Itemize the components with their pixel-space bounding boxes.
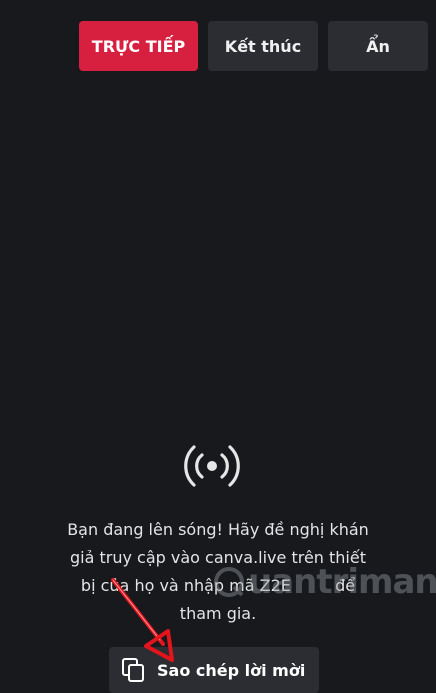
message-line: giả truy cập vào canva.live trên thiết: [70, 548, 366, 567]
message-line: tham gia.: [179, 604, 257, 623]
live-button[interactable]: TRỰC TIẾP: [79, 21, 198, 71]
message-text: để: [335, 576, 356, 595]
broadcast-icon: [184, 445, 240, 487]
end-button[interactable]: Kết thúc: [208, 21, 318, 71]
live-message: Bạn đang lên sóng! Hãy đề nghị khán giả …: [40, 516, 396, 628]
copy-invite-button[interactable]: Sao chép lời mời: [109, 647, 319, 693]
copy-invite-label: Sao chép lời mời: [157, 660, 306, 680]
hide-button[interactable]: Ẩn: [328, 21, 428, 71]
message-line: bị của họ và nhập mã Z2E để: [40, 572, 396, 600]
message-line: Bạn đang lên sóng! Hãy đề nghị khán: [67, 520, 369, 539]
copy-icon: [122, 658, 144, 682]
message-text: bị của họ và nhập mã Z2E: [80, 576, 291, 595]
top-toolbar: TRỰC TIẾP Kết thúc Ẩn: [0, 0, 436, 90]
